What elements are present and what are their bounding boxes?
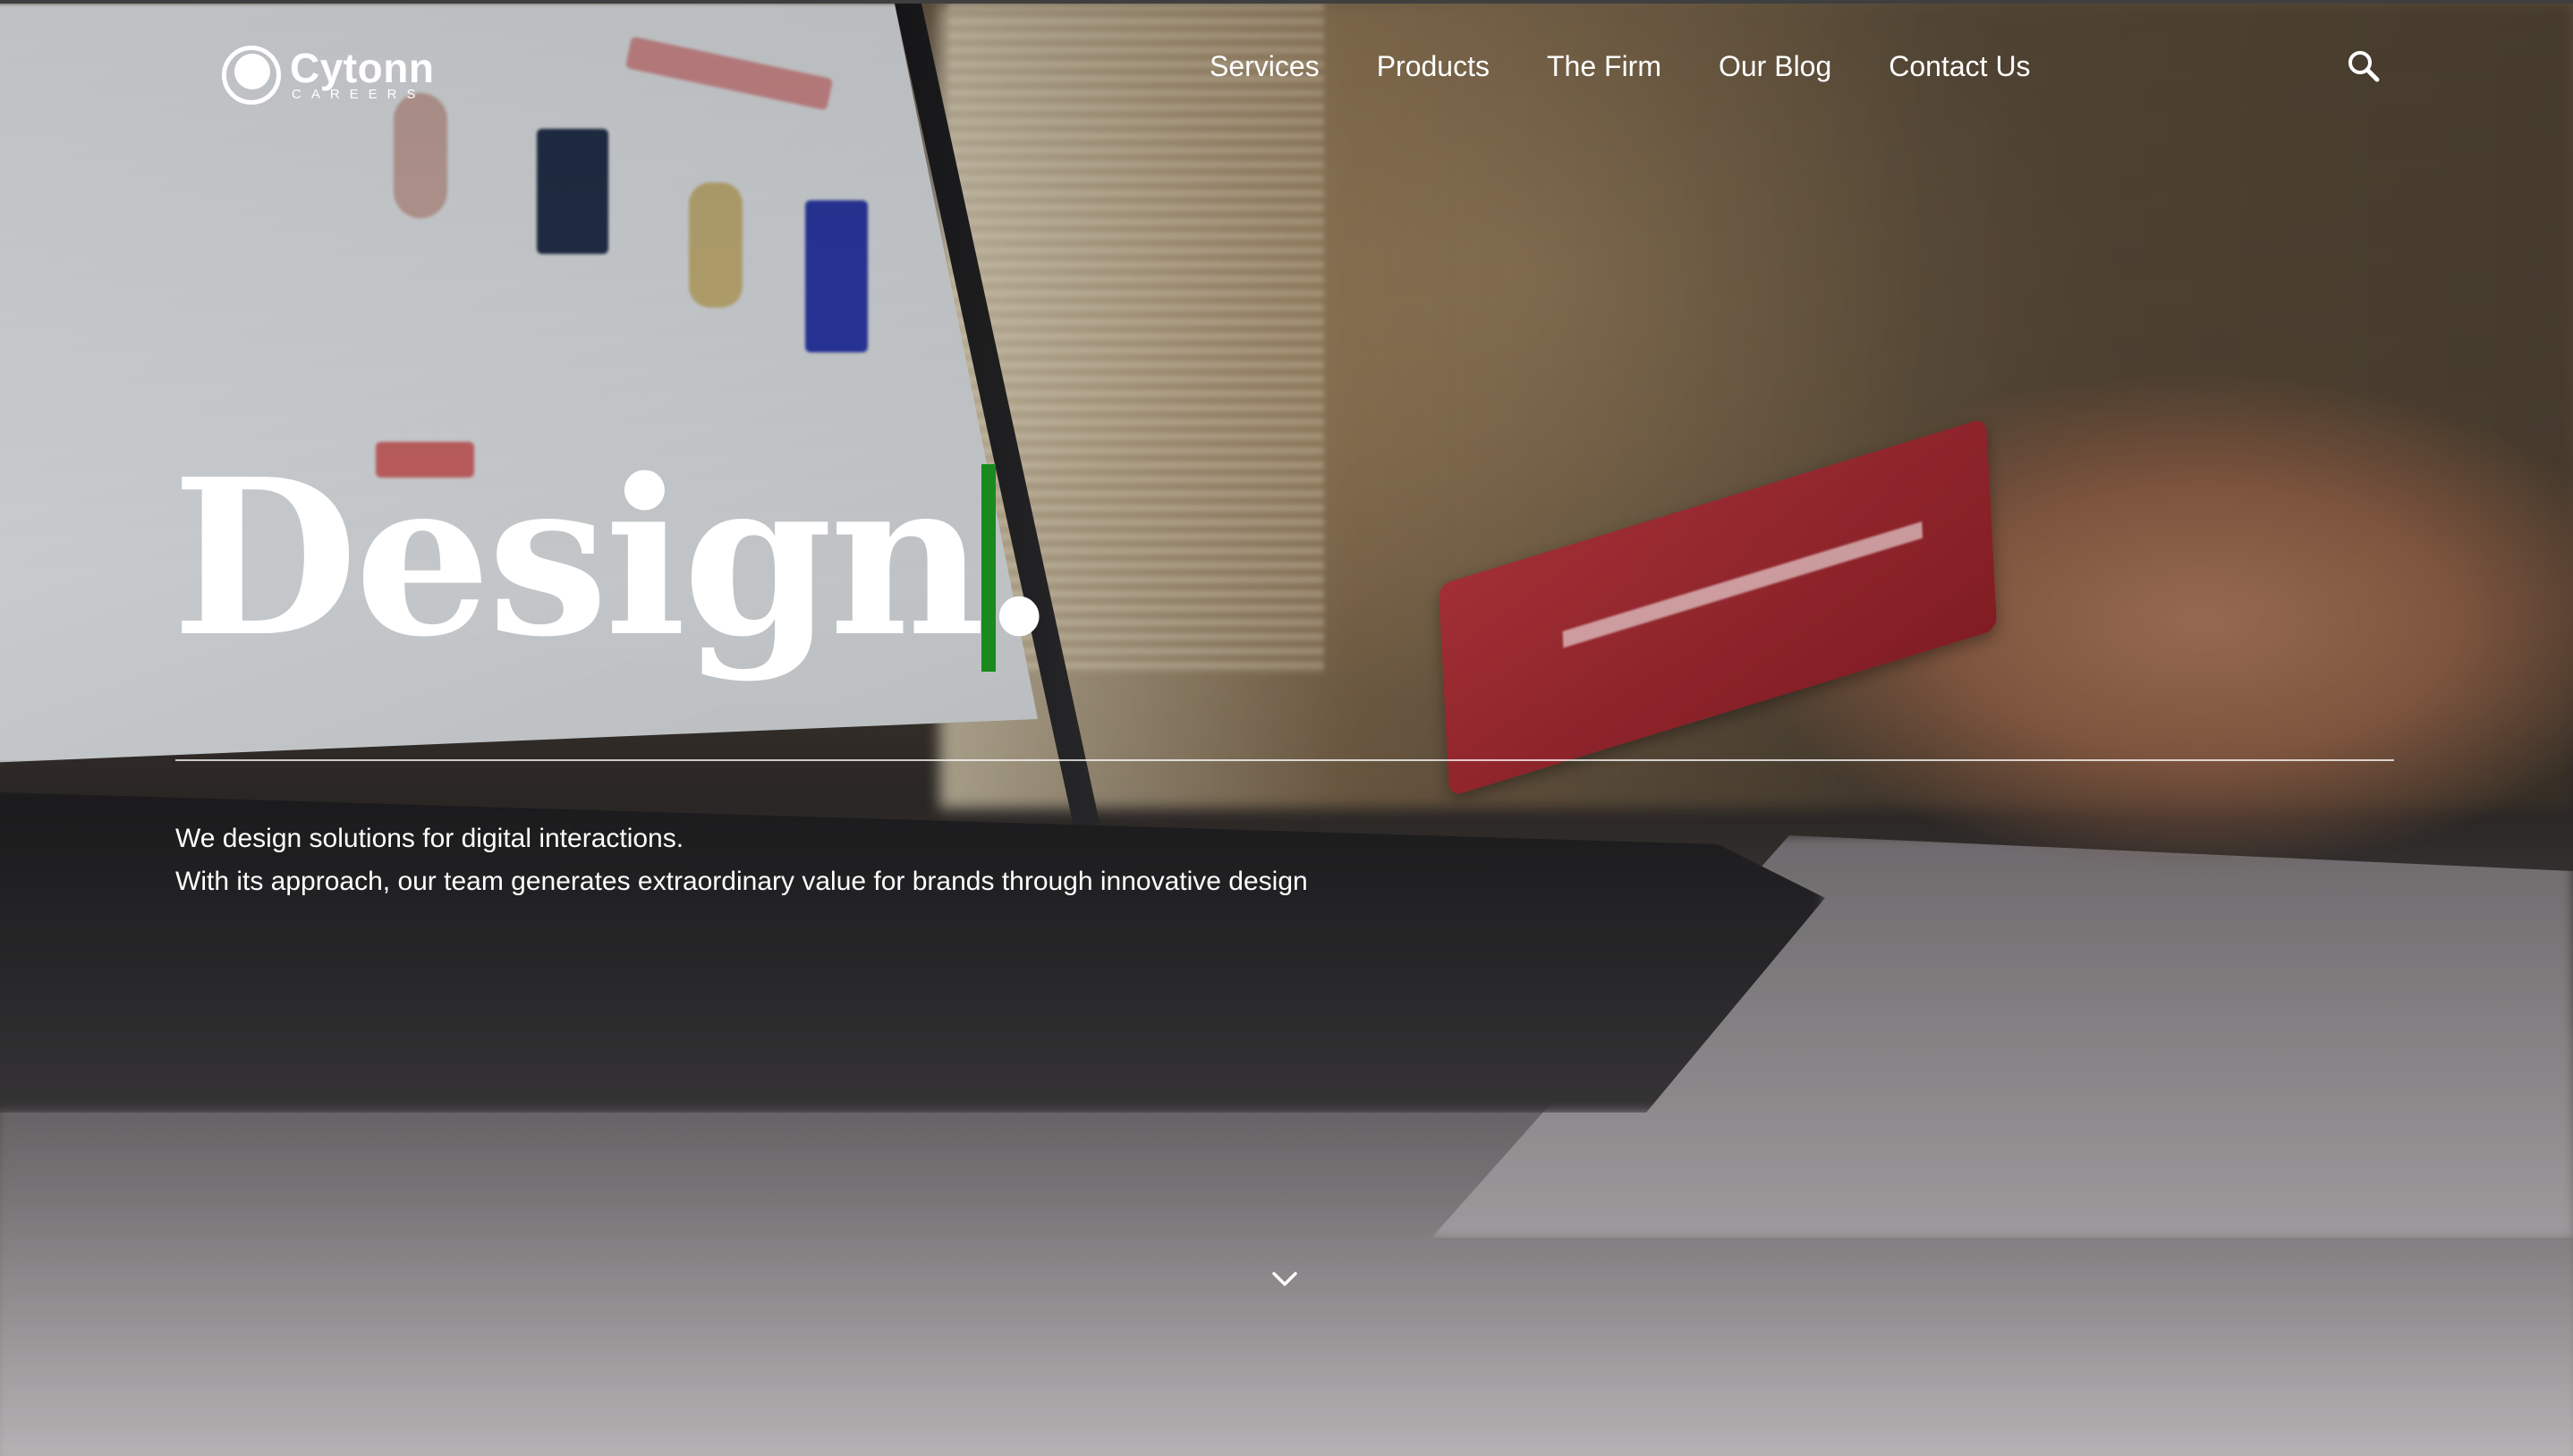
nav-contact-us[interactable]: Contact Us: [1889, 45, 2030, 88]
search-button[interactable]: [2346, 48, 2382, 84]
chevron-down-icon: [1272, 1272, 1297, 1286]
nav-the-firm[interactable]: The Firm: [1547, 45, 1661, 88]
nav-services[interactable]: Services: [1210, 45, 1320, 88]
brand-logo[interactable]: Cytonn CAREERS: [222, 43, 434, 107]
main-nav: Services Products The Firm Our Blog Cont…: [1210, 45, 2031, 88]
overlay-dim: [0, 4, 2573, 1456]
search-icon: [2348, 51, 2380, 82]
tagline-line-1: We design solutions for digital interact…: [175, 824, 684, 853]
scroll-down-button[interactable]: [1267, 1261, 1303, 1297]
hero-tagline: We design solutions for digital interact…: [175, 817, 1308, 903]
hero-divider: [175, 759, 2394, 761]
tagline-line-2: With its approach, our team generates ex…: [175, 867, 1308, 896]
hero-headline: Design.: [172, 432, 1057, 684]
hero-section: Cytonn CAREERS Services Products The Fir…: [0, 0, 2573, 1456]
logo-name: Cytonn: [290, 45, 435, 91]
logo-icon: [222, 46, 281, 105]
nav-our-blog[interactable]: Our Blog: [1719, 45, 1831, 88]
nav-products[interactable]: Products: [1377, 45, 1490, 88]
logo-subtitle: CAREERS: [292, 87, 426, 102]
typing-cursor: [981, 464, 996, 672]
logo-text: Cytonn CAREERS: [290, 45, 435, 102]
